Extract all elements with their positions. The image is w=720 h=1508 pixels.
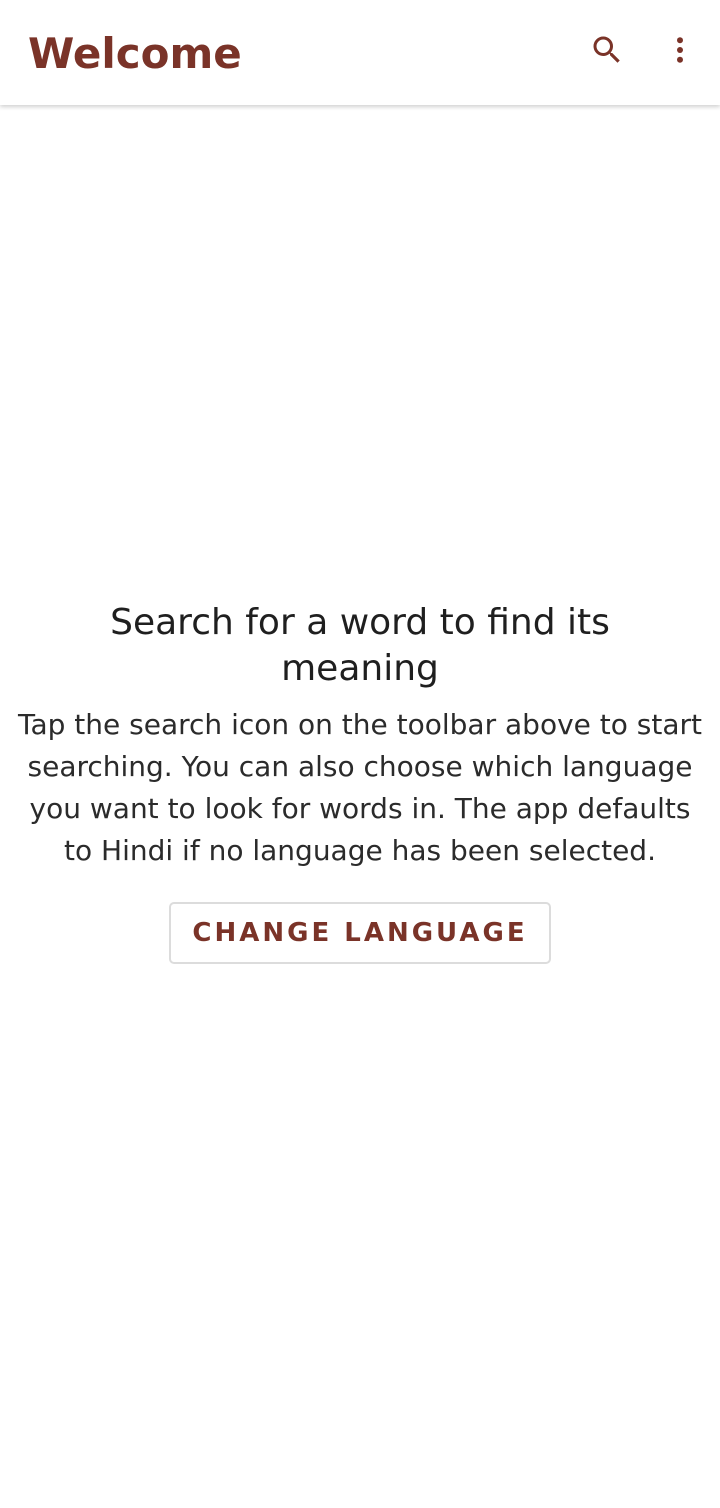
empty-state-headline: Search for a word to find its meaning (110, 602, 610, 689)
search-icon (593, 36, 620, 63)
more-options-button[interactable] (652, 22, 708, 78)
search-button[interactable] (579, 22, 635, 78)
more-vert-icon (677, 37, 683, 63)
empty-state: Search for a word to find its meaning Ta… (0, 600, 720, 964)
empty-state-description: Tap the search icon on the toolbar above… (18, 708, 702, 867)
page-title: Welcome (28, 29, 242, 78)
top-app-bar: Welcome (0, 0, 720, 105)
change-language-button[interactable]: CHANGE LANGUAGE (169, 902, 551, 964)
